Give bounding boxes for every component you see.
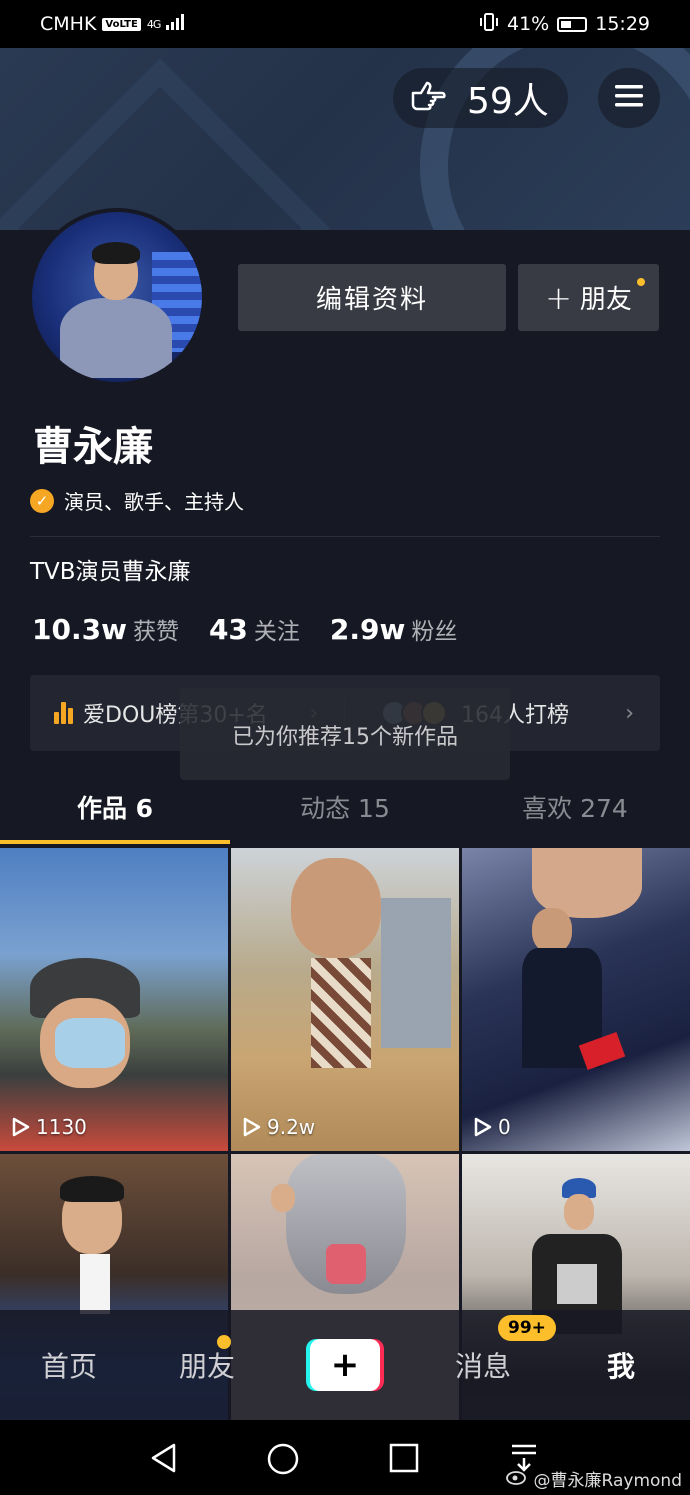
nav-friends-label: 朋友: [178, 1350, 235, 1383]
visitor-count: 59人: [467, 81, 549, 122]
content-tabs: 作品 6 动态 15 喜欢 274: [0, 770, 690, 844]
avatar[interactable]: [28, 208, 206, 386]
verification-row: ✓ 演员、歌手、主持人: [30, 486, 244, 515]
plus-icon: +: [545, 278, 572, 317]
carrier-label: CMHK: [40, 13, 97, 35]
video-thumbnail[interactable]: 9.2w: [231, 848, 459, 1151]
video-thumbnail[interactable]: 0: [462, 848, 690, 1151]
profile-name: 曹永廉: [33, 424, 153, 470]
status-bar: CMHK VoLTE 4G 41% 15:29: [0, 0, 690, 48]
nav-friends[interactable]: 朋友: [138, 1335, 276, 1385]
unread-badge: 99+: [498, 1315, 556, 1341]
nav-me[interactable]: 我: [552, 1345, 690, 1385]
hand-point-icon: [409, 79, 449, 117]
volte-badge: VoLTE: [102, 17, 141, 31]
edit-profile-button[interactable]: 编辑资料: [238, 264, 506, 331]
vibrate-icon: [479, 12, 499, 37]
profile-bio: TVB演员曹永廉: [30, 559, 191, 585]
tab-likes[interactable]: 喜欢 274: [460, 770, 690, 844]
watermark-text: @曹永廉Raymond: [533, 1471, 682, 1491]
play-icon: [474, 1117, 492, 1137]
profile-stats: 10.3w 获赞 43 关注 2.9w 粉丝: [32, 612, 487, 646]
chevron-right-icon: ›: [625, 700, 634, 726]
recents-icon[interactable]: [388, 1442, 420, 1478]
bottom-nav: 首页 朋友 + 消息 99+ 我: [0, 1310, 690, 1420]
create-button[interactable]: +: [306, 1339, 384, 1391]
stat-label: 粉丝: [411, 619, 458, 645]
battery-percent: 41%: [507, 13, 550, 35]
notification-dot: [637, 278, 645, 286]
play-icon: [243, 1117, 261, 1137]
menu-button[interactable]: [598, 68, 660, 128]
weibo-icon: [505, 1467, 528, 1490]
verification-text: 演员、歌手、主持人: [64, 490, 244, 514]
video-thumbnail[interactable]: 1130: [0, 848, 228, 1151]
stat-value: 2.9w: [329, 613, 406, 646]
nav-create[interactable]: +: [276, 1339, 414, 1391]
toast-message: 已为你推荐15个新作品: [180, 688, 510, 780]
network-label: 4G: [146, 17, 161, 31]
clock: 15:29: [595, 13, 650, 35]
back-icon[interactable]: [148, 1442, 180, 1478]
likes-stat[interactable]: 10.3w 获赞: [32, 612, 179, 646]
followers-stat[interactable]: 2.9w 粉丝: [330, 612, 457, 646]
watermark: @曹永廉Raymond: [505, 1466, 682, 1491]
plus-icon: +: [310, 1339, 380, 1391]
verified-check-icon: ✓: [30, 488, 54, 513]
profile-cover[interactable]: [0, 48, 690, 230]
bar-chart-icon: [54, 702, 73, 724]
visitor-button[interactable]: 59人: [393, 68, 568, 128]
add-friend-label: 朋友: [579, 285, 632, 315]
nav-home[interactable]: 首页: [0, 1345, 138, 1385]
menu-icon: [615, 84, 643, 112]
play-icon: [12, 1117, 30, 1137]
tab-works[interactable]: 作品 6: [0, 770, 230, 844]
divider: [30, 536, 660, 537]
stat-label: 关注: [253, 619, 300, 645]
battery-icon: [557, 16, 588, 32]
following-stat[interactable]: 43 关注: [209, 612, 300, 646]
nav-messages[interactable]: 消息 99+: [414, 1315, 556, 1385]
view-count: 9.2w: [243, 1115, 315, 1139]
signal-icon: [166, 13, 186, 35]
stat-value: 43: [208, 613, 248, 646]
tab-moments[interactable]: 动态 15: [230, 770, 460, 844]
home-circle-icon[interactable]: [266, 1442, 300, 1480]
nav-messages-label: 消息: [454, 1350, 511, 1383]
view-count: 1130: [12, 1115, 87, 1139]
add-friend-button[interactable]: + 朋友: [518, 264, 659, 331]
view-count: 0: [474, 1115, 511, 1139]
stat-label: 获赞: [132, 619, 179, 645]
notification-dot: [217, 1335, 231, 1349]
stat-value: 10.3w: [32, 613, 127, 646]
